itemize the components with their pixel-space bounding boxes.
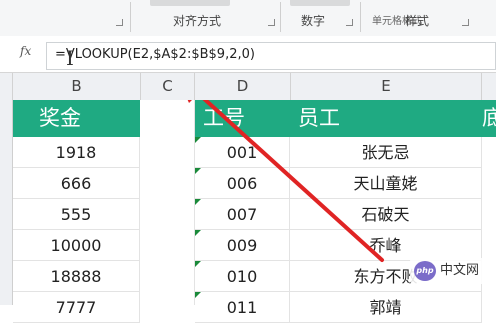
column-header-b[interactable]: B	[13, 73, 141, 100]
ribbon-group-styles: 样式	[405, 14, 430, 28]
formula-input[interactable]: =VLOOKUP(E2,$A$2:$B$9,2,0)	[46, 42, 496, 70]
ribbon-button[interactable]	[290, 0, 350, 6]
dialog-launcher-icon[interactable]	[462, 19, 469, 26]
watermark-text: 中文网	[440, 263, 480, 278]
column-header-row: B C D E	[0, 73, 496, 101]
arrow-head	[187, 100, 192, 103]
formula-bar: fx =VLOOKUP(E2,$A$2:$B$9,2,0)	[0, 36, 496, 73]
ribbon: 单元格格式 对齐方式 数字 样式	[0, 0, 496, 37]
text-cursor-icon: I	[66, 46, 74, 70]
column-header-d[interactable]: D	[195, 73, 291, 100]
ribbon-separator	[280, 2, 281, 32]
dialog-launcher-icon[interactable]	[346, 19, 353, 26]
column-header-f[interactable]	[482, 73, 496, 100]
dialog-launcher-icon[interactable]	[116, 19, 123, 26]
select-all-corner[interactable]	[0, 73, 13, 100]
arrow-shaft	[202, 100, 384, 262]
php-logo-icon: php	[414, 261, 436, 281]
ribbon-separator	[360, 2, 361, 32]
ribbon-button[interactable]	[150, 0, 230, 6]
ribbon-group-number: 数字	[301, 14, 326, 28]
function-icon[interactable]: fx	[20, 44, 31, 58]
watermark: php 中文网	[410, 258, 488, 284]
dialog-launcher-icon[interactable]	[268, 19, 275, 26]
ribbon-group-alignment: 对齐方式	[173, 14, 222, 28]
column-header-c[interactable]: C	[141, 73, 195, 100]
formula-text: =VLOOKUP(E2,$A$2:$B$9,2,0)	[55, 47, 255, 62]
ribbon-separator	[130, 2, 131, 32]
column-header-e[interactable]: E	[291, 73, 482, 100]
